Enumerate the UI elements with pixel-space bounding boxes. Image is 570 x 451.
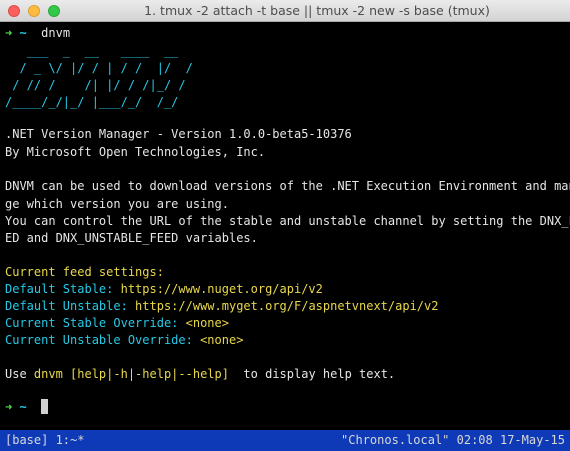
feed-setting-row: Current Stable Override: <none> [5,315,229,332]
prompt-line: ➜ ~ dnvm [5,25,70,42]
feed-setting-row: Default Unstable: https://www.myget.org/… [5,298,438,315]
close-window-button[interactable] [8,5,20,17]
feed-label: Current Unstable Override: [5,333,201,347]
feed-settings-heading: Current feed settings: [5,265,164,279]
prompt-directory: ~ [19,400,27,414]
text-cursor [41,399,49,414]
feed-label: Current Stable Override: [5,316,186,330]
terminal-window: 1. tmux -2 attach -t base || tmux -2 new… [0,0,570,451]
feed-setting-row: Default Stable: https://www.nuget.org/ap… [5,281,323,298]
terminal-output[interactable]: ➜ ~ dnvm ___ _ __ ____ __ / _ \/ |/ / | … [0,22,570,430]
feed-label: Default Stable: [5,282,121,296]
ascii-art-line: /____/_/|_/ |___/_/ /_/ [5,95,179,109]
session-window-indicator[interactable]: [base] 1:~* [5,430,84,451]
description-line: ED and DNX_UNSTABLE_FEED variables. [5,231,258,245]
minimize-window-button[interactable] [28,5,40,17]
version-line: .NET Version Manager - Version 1.0.0-bet… [5,127,352,141]
prompt-line[interactable]: ➜ ~ [5,399,49,416]
window-title: 1. tmux -2 attach -t base || tmux -2 new… [144,3,490,18]
usage-prefix: Use [5,367,34,381]
prompt-directory: ~ [19,26,27,40]
author-line: By Microsoft Open Technologies, Inc. [5,145,266,159]
host-time-date: "Chronos.local" 02:08 17-May-15 [341,433,565,447]
feed-value: https://www.myget.org/F/aspnetvnext/api/… [135,299,439,313]
description-line: You can control the URL of the stable an… [5,214,570,228]
tmux-status-bar: [base] 1:~* "Chronos.local" 02:08 17-May… [0,430,570,451]
usage-suffix: to display help text. [228,367,396,381]
description-line: ge which version you are using. [5,197,229,211]
usage-command: dnvm [help|-h|-help|--help] [33,367,229,381]
typed-command: dnvm [41,26,71,40]
description-line: DNVM can be used to download versions of… [5,179,570,193]
zoom-window-button[interactable] [48,5,60,17]
title-bar[interactable]: 1. tmux -2 attach -t base || tmux -2 new… [0,0,570,22]
ascii-art-line: / _ \/ |/ / | / / |/ / [5,61,193,75]
feed-value: <none> [185,316,229,330]
ascii-art-line: / // / /| |/ / /|_/ / [5,78,186,92]
feed-value: https://www.nuget.org/api/v2 [120,282,323,296]
usage-line: Use dnvm [help|-h|-help|--help] to displ… [5,366,395,383]
feed-label: Default Unstable: [5,299,136,313]
feed-setting-row: Current Unstable Override: <none> [5,332,243,349]
prompt-arrow-icon: ➜ [5,400,13,414]
ascii-art-line: ___ _ __ ____ __ [5,44,179,58]
feed-value: <none> [200,333,244,347]
prompt-arrow-icon: ➜ [5,26,13,40]
